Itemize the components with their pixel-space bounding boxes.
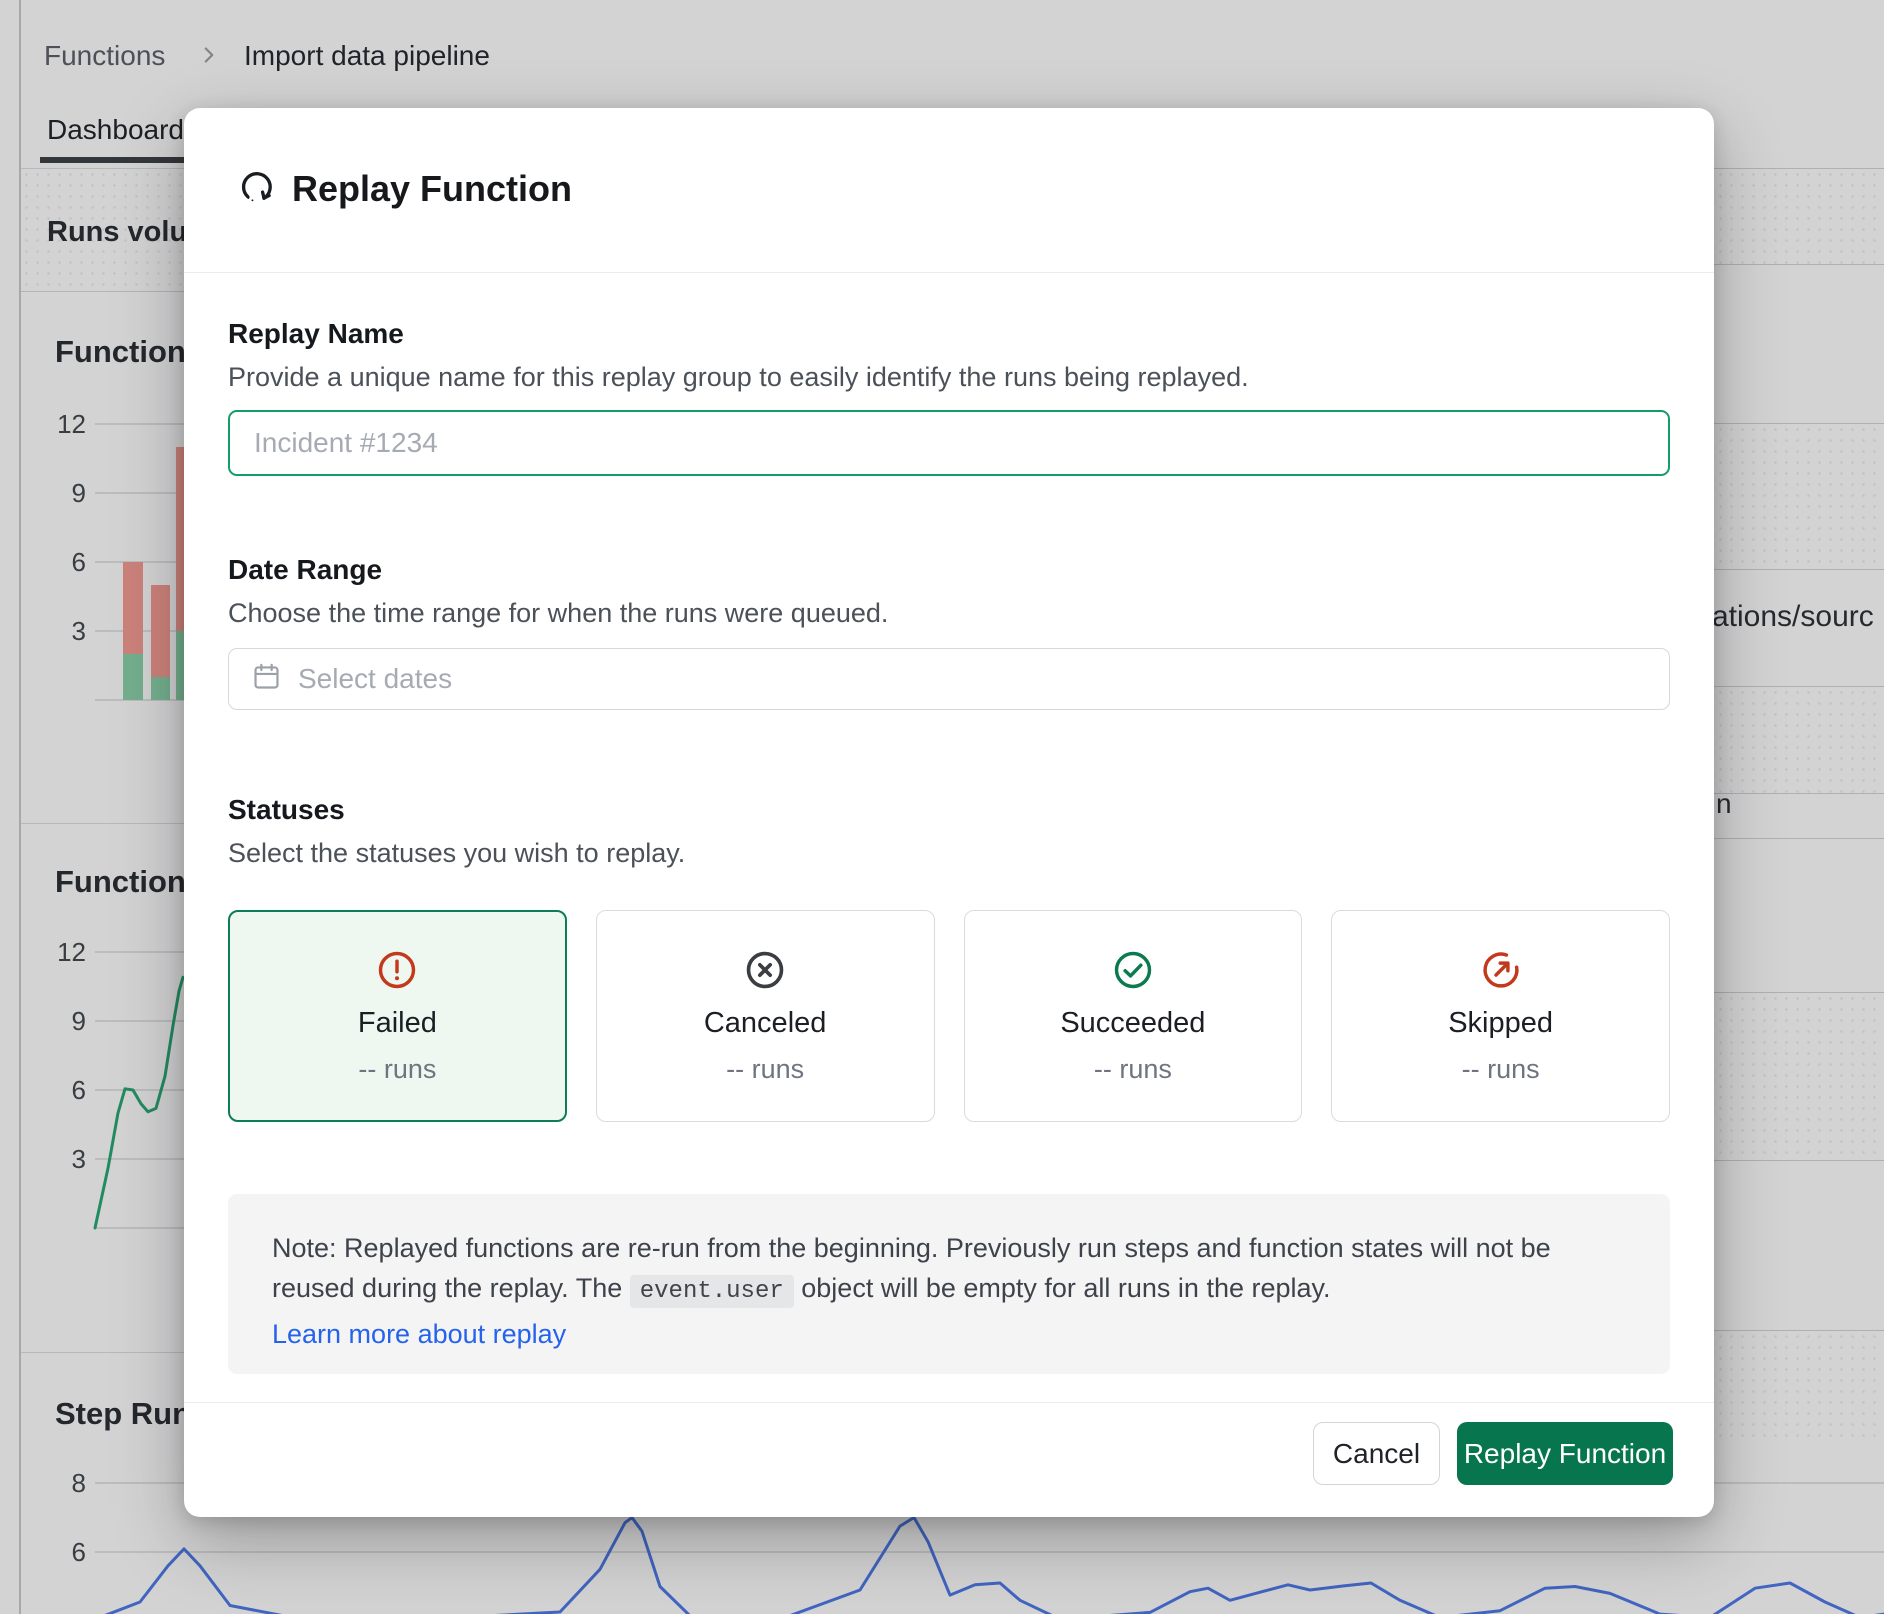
date-range-placeholder: Select dates <box>298 663 452 695</box>
header-divider <box>184 272 1714 273</box>
modal-title: Replay Function <box>292 168 572 210</box>
status-card-failed[interactable]: Failed -- runs <box>228 910 567 1122</box>
statuses-description: Select the statuses you wish to replay. <box>228 838 685 869</box>
cancel-button[interactable]: Cancel <box>1313 1422 1440 1485</box>
learn-more-link[interactable]: Learn more about replay <box>272 1314 566 1354</box>
status-card-succeeded[interactable]: Succeeded -- runs <box>964 910 1303 1122</box>
replay-name-label: Replay Name <box>228 318 404 350</box>
status-card-count: -- runs <box>358 1054 436 1085</box>
note-text-after: object will be empty for all runs in the… <box>794 1273 1331 1303</box>
calendar-icon <box>251 661 282 697</box>
alert-circle-icon <box>374 947 420 993</box>
status-card-count: -- runs <box>1094 1054 1172 1085</box>
date-range-label: Date Range <box>228 554 382 586</box>
skip-circle-icon <box>1478 947 1524 993</box>
status-card-canceled[interactable]: Canceled -- runs <box>596 910 935 1122</box>
date-range-description: Choose the time range for when the runs … <box>228 598 888 629</box>
replay-function-modal: Replay Function Replay Name Provide a un… <box>184 108 1714 1517</box>
replay-name-input[interactable] <box>228 410 1670 476</box>
note-code-chip: event.user <box>630 1275 794 1308</box>
status-cards: Failed -- runs Canceled -- runs Succeeded -- … <box>228 910 1670 1122</box>
replay-name-description: Provide a unique name for this replay gr… <box>228 362 1249 393</box>
check-circle-icon <box>1110 947 1156 993</box>
statuses-label: Statuses <box>228 794 345 826</box>
replay-function-button[interactable]: Replay Function <box>1457 1422 1673 1485</box>
status-card-skipped[interactable]: Skipped -- runs <box>1331 910 1670 1122</box>
note-box: Note: Replayed functions are re-run from… <box>228 1194 1670 1374</box>
replay-icon <box>236 166 278 213</box>
status-card-label: Succeeded <box>1060 1007 1205 1040</box>
status-card-label: Skipped <box>1448 1007 1553 1040</box>
status-card-count: -- runs <box>1462 1054 1540 1085</box>
x-circle-icon <box>742 947 788 993</box>
status-card-label: Canceled <box>704 1007 827 1040</box>
status-card-label: Failed <box>358 1007 437 1040</box>
footer-divider <box>184 1402 1714 1403</box>
date-range-input[interactable]: Select dates <box>228 648 1670 710</box>
status-card-count: -- runs <box>726 1054 804 1085</box>
